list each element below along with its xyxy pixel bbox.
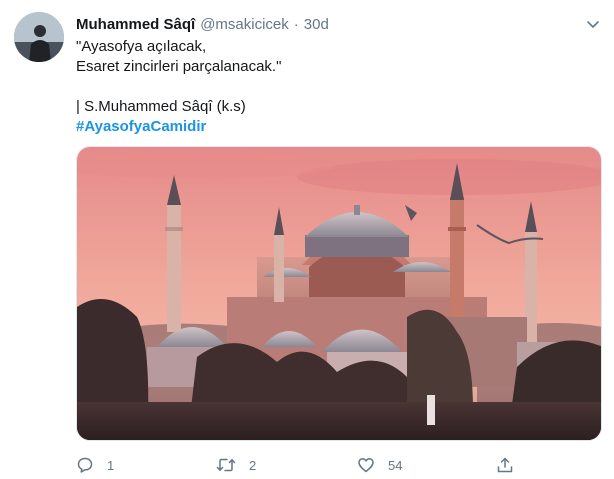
reply-button[interactable]: 1 [76,454,114,476]
tweet-text-line: Esaret zincirleri parçalanacak." [76,58,282,75]
tweet-media-image[interactable] [76,146,602,441]
like-button[interactable]: 54 [357,454,402,476]
reply-count: 1 [107,457,115,473]
more-options-button[interactable] [584,15,602,33]
separator-dot: · [293,15,299,33]
display-name[interactable]: Muhammed Sâqî [76,16,195,33]
tweet[interactable]: Muhammed Sâqî @msakicicek · 30d "Ayasofy… [0,0,614,479]
heart-icon [358,458,374,473]
timestamp[interactable]: 30d [304,16,329,33]
like-count: 54 [388,457,403,473]
tweet-header: Muhammed Sâqî @msakicicek · 30d [76,14,329,34]
share-button[interactable] [496,454,514,476]
retweet-button[interactable]: 2 [216,454,256,476]
tweet-text: "Ayasofya açılacak, Esaret zincirleri pa… [76,37,596,137]
mosque-photo [77,147,601,440]
avatar-image [14,12,64,62]
avatar[interactable] [14,12,64,62]
attribution-text: | S.Muhammed Sâqî (k.s) [76,98,246,115]
tweet-text-line: "Ayasofya açılacak, [76,38,207,55]
retweet-count: 2 [249,457,257,473]
retweet-icon [216,458,236,472]
user-handle[interactable]: @msakicicek [200,16,289,33]
reply-icon [77,457,93,473]
share-icon [497,457,513,473]
hashtag-link[interactable]: #AyasofyaCamidir [76,117,596,137]
tweet-actions: 1 2 54 [76,454,602,476]
chevron-down-icon [587,21,599,28]
